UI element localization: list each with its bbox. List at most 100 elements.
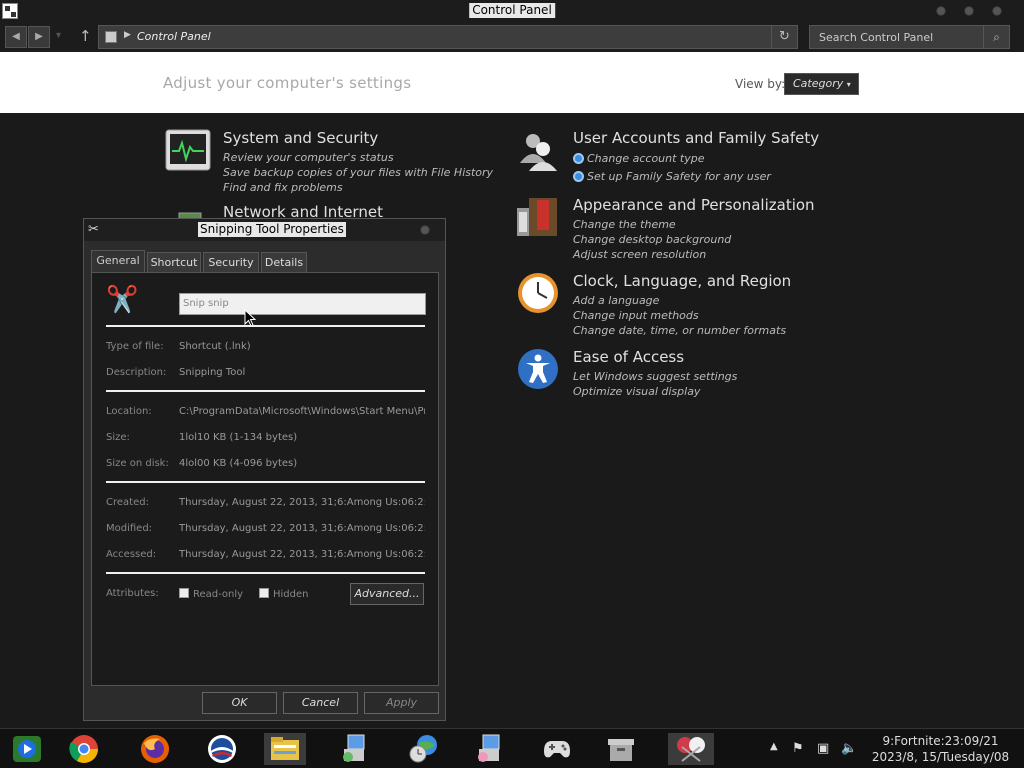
clock-time: 9:Fortnite:23:09/21 — [882, 734, 999, 748]
breadcrumb-control-panel[interactable]: Control Panel — [137, 30, 211, 43]
volume-icon[interactable]: 🔈 — [841, 741, 857, 756]
network-setup-icon[interactable] — [338, 733, 372, 765]
link-screen-resolution[interactable]: Adjust screen resolution — [573, 247, 731, 262]
users-icon[interactable] — [515, 129, 561, 171]
link-change-account-type[interactable]: Change account type — [573, 150, 771, 168]
link-suggest-settings[interactable]: Let Windows suggest settings — [573, 369, 737, 384]
up-arrow-icon[interactable]: ↑ — [79, 27, 92, 45]
accessibility-icon[interactable] — [515, 348, 561, 390]
category-clock-language: Clock, Language, and Region Add a langua… — [515, 272, 845, 337]
computer-setup-icon[interactable] — [473, 733, 507, 765]
link-date-time-formats[interactable]: Change date, time, or number formats — [573, 323, 786, 338]
snipping-tool-icon: ✂️ — [106, 285, 139, 315]
link-file-history[interactable]: Save backup copies of your files with Fi… — [223, 165, 493, 180]
ok-button[interactable]: OK — [202, 692, 277, 714]
size-on-disk-value: 4lol00 KB (4-096 bytes) — [179, 458, 298, 469]
window-title: Control Panel — [469, 3, 555, 18]
maximize-button[interactable] — [964, 6, 974, 16]
refresh-button[interactable]: ↻ — [771, 26, 797, 48]
divider — [106, 390, 425, 392]
tab-shortcut[interactable]: Shortcut — [147, 252, 201, 272]
hidden-checkbox[interactable]: Hidden — [259, 588, 308, 600]
page-title: Adjust your computer's settings — [163, 74, 412, 92]
category-title[interactable]: User Accounts and Family Safety — [573, 129, 819, 147]
page-header: Adjust your computer's settings View by:… — [0, 52, 1024, 113]
divider — [106, 481, 425, 483]
tab-details[interactable]: Details — [261, 252, 307, 272]
link-family-safety[interactable]: Set up Family Safety for any user — [573, 168, 771, 186]
control-panel-icon — [105, 31, 117, 43]
recent-pages-chevron-icon[interactable]: ▾ — [56, 30, 61, 41]
search-icon[interactable]: ⌕ — [983, 26, 1009, 48]
clock-date: 2023/8, 15/Tuesday/08 — [871, 750, 1010, 764]
size-on-disk-label: Size on disk: — [106, 458, 169, 469]
read-only-checkbox[interactable]: Read-only — [179, 588, 243, 600]
action-center-flag-icon[interactable]: ⚑ — [792, 741, 804, 756]
archive-icon[interactable] — [604, 733, 638, 765]
view-by-label: View by: — [735, 77, 786, 91]
windows-media-center-icon[interactable] — [10, 733, 44, 765]
category-title[interactable]: System and Security — [223, 129, 378, 147]
back-button[interactable]: ◀ — [5, 26, 27, 48]
link-review-status[interactable]: Review your computer's status — [223, 150, 493, 165]
accessed-label: Accessed: — [106, 549, 157, 560]
link-add-language[interactable]: Add a language — [573, 293, 786, 308]
created-label: Created: — [106, 497, 149, 508]
checkbox-box[interactable] — [179, 588, 189, 598]
dialog-close-button[interactable] — [420, 225, 430, 235]
divider — [106, 325, 425, 327]
modified-label: Modified: — [106, 523, 153, 534]
appearance-icon[interactable] — [515, 196, 561, 238]
shortcut-name-input[interactable]: Snip snip — [179, 293, 426, 315]
file-explorer-icon[interactable] — [264, 733, 306, 765]
system-clock[interactable]: 9:Fortnite:23:09/21 2023/8, 15/Tuesday/0… — [868, 733, 1013, 765]
checkbox-box[interactable] — [259, 588, 269, 598]
read-only-label: Read-only — [193, 589, 244, 600]
link-desktop-background[interactable]: Change desktop background — [573, 232, 731, 247]
category-title[interactable]: Appearance and Personalization — [573, 196, 815, 214]
search-box[interactable]: ⌕ — [809, 25, 1010, 49]
chevron-down-icon: ▾ — [846, 80, 851, 89]
category-title[interactable]: Ease of Access — [573, 348, 684, 366]
link-optimize-display[interactable]: Optimize visual display — [573, 384, 737, 399]
minimize-button[interactable] — [936, 6, 946, 16]
category-system-security: System and Security Review your computer… — [165, 129, 493, 199]
network-status-icon[interactable]: ▣ — [817, 741, 829, 756]
apply-button[interactable]: Apply — [364, 692, 439, 714]
show-hidden-icons-chevron-icon[interactable]: ▲ — [770, 741, 778, 752]
search-input[interactable] — [810, 26, 984, 48]
internet-time-icon[interactable] — [407, 733, 441, 765]
snipping-tool-icon[interactable] — [668, 733, 714, 765]
gamepad-icon[interactable] — [540, 733, 574, 765]
divider — [106, 572, 425, 574]
link-change-theme[interactable]: Change the theme — [573, 217, 731, 232]
dialog-titlebar[interactable]: ✂ Snipping Tool Properties — [84, 219, 445, 241]
tab-security[interactable]: Security — [203, 252, 259, 272]
snipping-tool-properties-dialog: ✂ Snipping Tool Properties General Short… — [83, 218, 446, 721]
link-fix-problems[interactable]: Find and fix problems — [223, 180, 493, 195]
size-value: 1lol10 KB (1-134 bytes) — [179, 432, 298, 443]
clock-icon[interactable] — [515, 272, 561, 314]
category-title[interactable]: Clock, Language, and Region — [573, 272, 791, 290]
breadcrumb-arrow-icon[interactable]: ▶ — [124, 30, 131, 40]
tab-general[interactable]: General — [91, 250, 145, 273]
scissors-icon: ✂ — [88, 222, 99, 237]
advanced-button[interactable]: Advanced... — [350, 583, 424, 605]
location-label: Location: — [106, 406, 152, 417]
obama-logo-icon[interactable] — [205, 733, 239, 765]
modified-value: Thursday, August 22, 2013, 31;6:Among Us… — [179, 523, 425, 534]
accessed-value: Thursday, August 22, 2013, 31;6:Among Us… — [179, 549, 425, 560]
view-by-dropdown[interactable]: Category ▾ — [784, 73, 859, 95]
close-button[interactable] — [992, 6, 1002, 16]
address-bar[interactable]: ▶ Control Panel ↻ — [98, 25, 798, 49]
firefox-icon[interactable] — [138, 733, 172, 765]
link-input-methods[interactable]: Change input methods — [573, 308, 786, 323]
taskbar: ▲ ⚑ ▣ 🔈 9:Fortnite:23:09/21 2023/8, 15/T… — [0, 728, 1024, 768]
forward-button[interactable]: ▶ — [28, 26, 50, 48]
control-panel-app-icon[interactable] — [2, 3, 18, 19]
cancel-button[interactable]: Cancel — [283, 692, 358, 714]
category-user-accounts: User Accounts and Family Safety Change a… — [515, 129, 845, 189]
monitor-pulse-icon[interactable] — [165, 129, 211, 171]
general-tab-panel: ✂️ Snip snip Type of file: Shortcut (.ln… — [91, 272, 439, 686]
chrome-icon[interactable] — [67, 733, 101, 765]
